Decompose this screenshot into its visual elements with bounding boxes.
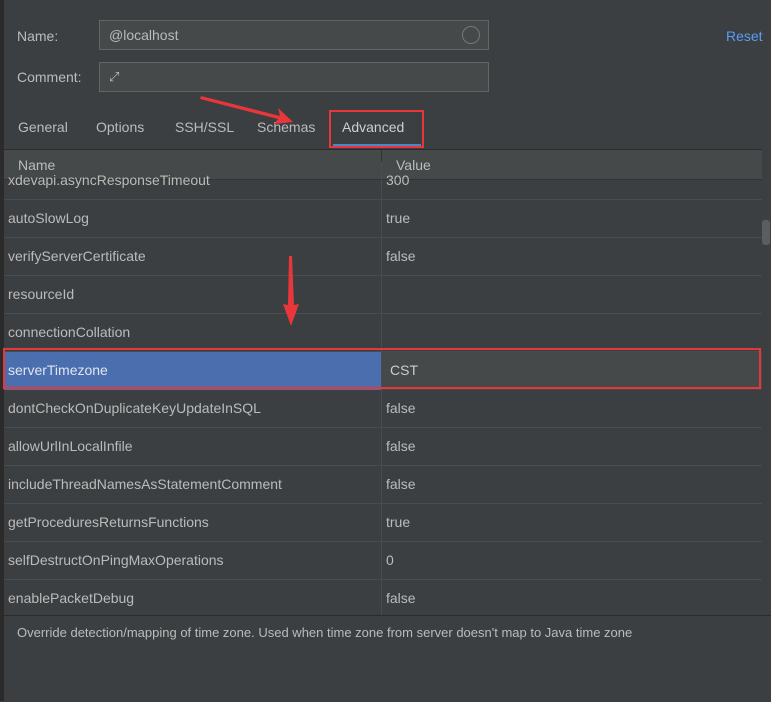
arrow-to-advanced-tab xyxy=(200,96,293,124)
annotation-arrows xyxy=(200,96,299,326)
arrow-to-server-timezone xyxy=(283,256,299,326)
